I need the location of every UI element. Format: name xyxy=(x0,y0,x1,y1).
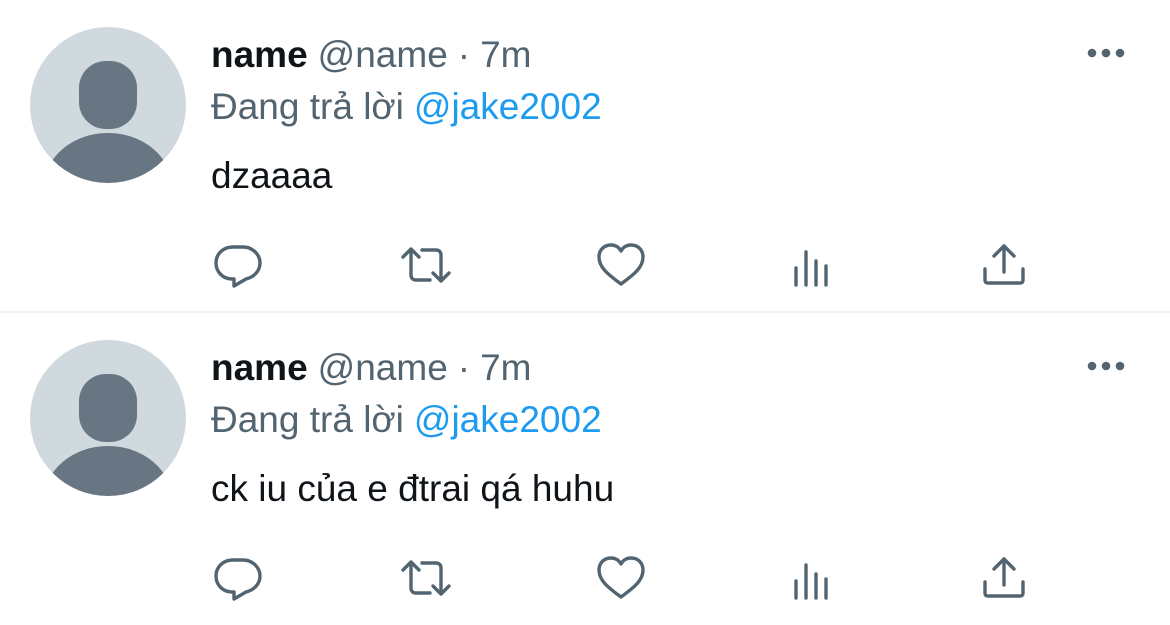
more-options-button[interactable] xyxy=(1084,38,1128,68)
share-upload-icon xyxy=(983,557,1025,598)
reply-prefix: Đang trả lời xyxy=(211,86,404,127)
reply-mention-link[interactable]: @jake2002 xyxy=(414,86,602,127)
more-horizontal-icon xyxy=(1087,361,1125,371)
user-handle[interactable]: @name xyxy=(318,34,448,75)
retweet-icon xyxy=(401,560,451,596)
views-button[interactable] xyxy=(786,238,840,292)
share-upload-icon xyxy=(983,244,1025,285)
default-avatar-icon xyxy=(30,340,186,496)
tweet-text: ck iu của e đtrai qá huhu xyxy=(211,468,615,509)
reply-prefix: Đang trả lời xyxy=(211,399,404,440)
reply-bubble-icon xyxy=(214,245,262,288)
separator-dot: · xyxy=(457,347,471,388)
views-bar-chart-icon xyxy=(794,563,828,600)
tweet-reply[interactable]: name @name · 7m Đang trả lời @jake2002 dzaaa… xyxy=(0,0,1170,312)
tweet-header: name @name · 7m xyxy=(211,33,532,77)
retweet-button[interactable] xyxy=(399,238,453,292)
heart-icon xyxy=(597,556,645,599)
display-name[interactable]: name xyxy=(211,347,308,388)
separator-dot: · xyxy=(457,34,471,75)
more-horizontal-icon xyxy=(1087,48,1125,58)
avatar[interactable] xyxy=(30,340,186,496)
timestamp[interactable]: 7m xyxy=(480,347,531,388)
reply-button[interactable] xyxy=(211,238,265,292)
like-button[interactable] xyxy=(594,551,648,605)
timestamp[interactable]: 7m xyxy=(480,34,531,75)
share-button[interactable] xyxy=(977,551,1031,605)
views-button[interactable] xyxy=(786,551,840,605)
display-name[interactable]: name xyxy=(211,34,308,75)
replying-to: Đang trả lời @jake2002 xyxy=(211,85,602,129)
user-handle[interactable]: @name xyxy=(318,347,448,388)
reply-button[interactable] xyxy=(211,551,265,605)
heart-icon xyxy=(597,243,645,286)
retweet-icon xyxy=(401,247,451,283)
views-bar-chart-icon xyxy=(794,250,828,287)
replying-to: Đang trả lời @jake2002 xyxy=(211,398,602,442)
more-options-button[interactable] xyxy=(1084,351,1128,381)
tweet-text: dzaaaa xyxy=(211,155,333,196)
default-avatar-icon xyxy=(30,27,186,183)
like-button[interactable] xyxy=(594,238,648,292)
reply-bubble-icon xyxy=(214,558,262,601)
reply-mention-link[interactable]: @jake2002 xyxy=(414,399,602,440)
tweet-header: name @name · 7m xyxy=(211,346,532,390)
tweet-reply[interactable]: name @name · 7m Đang trả lời @jake2002 ck iu… xyxy=(0,313,1170,625)
share-button[interactable] xyxy=(977,238,1031,292)
retweet-button[interactable] xyxy=(399,551,453,605)
avatar[interactable] xyxy=(30,27,186,183)
